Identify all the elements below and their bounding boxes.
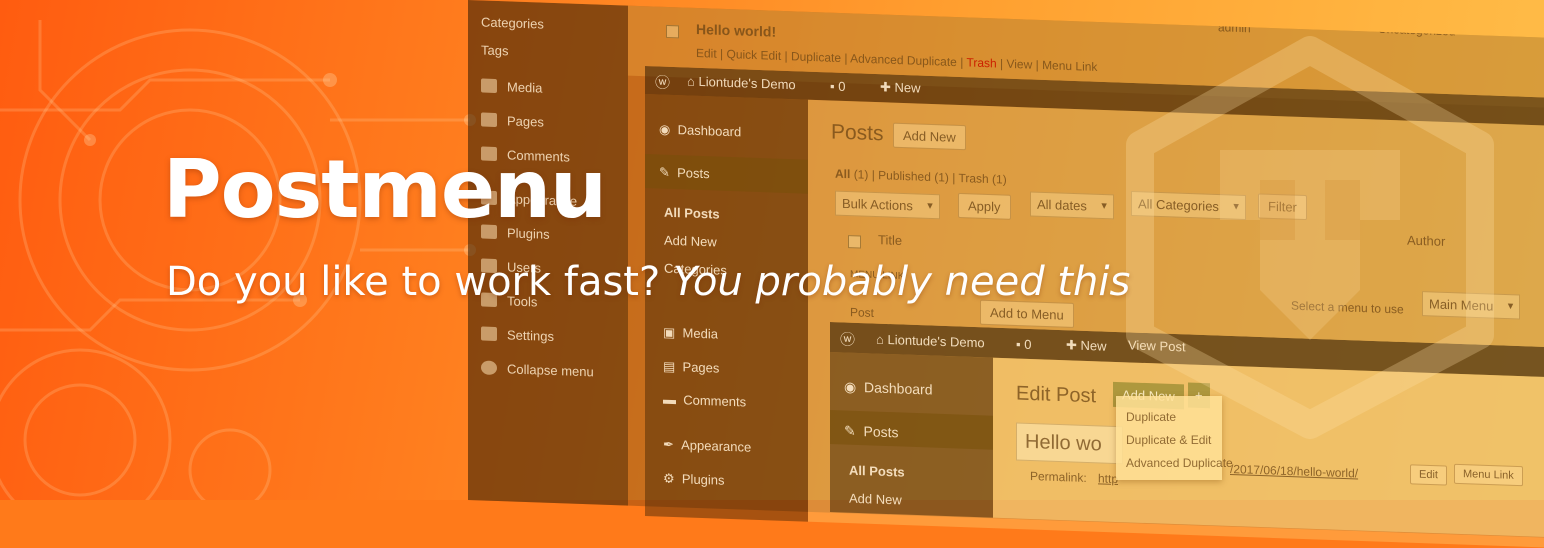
permalink-menu-link-button[interactable]: Menu Link xyxy=(1454,463,1523,487)
sidebar-item-posts[interactable]: ✎ Posts xyxy=(844,422,899,441)
new-content-link[interactable]: ✚ New xyxy=(880,79,921,96)
page-title: Posts xyxy=(831,120,884,146)
comment-bubble-icon: ▪ xyxy=(1016,336,1021,352)
plugins-icon: ⚙ xyxy=(663,470,675,487)
comments-link[interactable]: ▪ 0 xyxy=(1016,336,1031,352)
row-action-edit[interactable]: Edit xyxy=(696,46,717,61)
product-title: Postmenu xyxy=(163,143,607,236)
permalink-edit-button[interactable]: Edit xyxy=(1410,464,1447,486)
bulk-actions-select[interactable]: Bulk Actions xyxy=(835,190,940,220)
sidebar-item-pages[interactable]: ▤ Pages xyxy=(663,359,719,377)
sidebar-item-pages[interactable]: Pages xyxy=(481,112,544,130)
sidebar-item-appearance[interactable]: ✒ Appearance xyxy=(663,437,751,456)
permalink-link-start[interactable]: http xyxy=(1098,471,1118,486)
sidebar-item-settings[interactable]: Settings xyxy=(481,326,554,344)
sidebar-sub-all-posts[interactable]: All Posts xyxy=(664,205,720,222)
add-new-button[interactable]: Add New xyxy=(893,122,966,151)
sidebar-item-plugins[interactable]: ⚙ Plugins xyxy=(663,471,725,489)
row-action-menu-link[interactable]: Menu Link xyxy=(1042,58,1097,74)
date-filter-select[interactable]: All dates xyxy=(1030,191,1114,220)
sidebar-item-dashboard[interactable]: ◉ Dashboard xyxy=(659,121,741,140)
tagline-emphasis: You probably need this xyxy=(672,259,1131,305)
media-icon: ▣ xyxy=(663,324,676,341)
wordpress-logo-icon[interactable]: ⓦ xyxy=(840,328,855,350)
pin-icon: ✎ xyxy=(844,422,856,439)
sidebar-item-categories[interactable]: Categories xyxy=(481,14,544,31)
row-checkbox[interactable] xyxy=(666,24,679,39)
row-action-duplicate[interactable]: Duplicate xyxy=(791,49,841,65)
settings-icon xyxy=(481,326,497,342)
dashboard-icon: ◉ xyxy=(659,121,671,137)
post-label-partial: Post xyxy=(850,305,875,320)
plus-icon: ✚ xyxy=(1066,337,1077,353)
sidebar-sub-add-new[interactable]: Add New xyxy=(664,233,717,250)
pages-icon xyxy=(481,112,497,128)
dropdown-item-advanced-duplicate[interactable]: Advanced Duplicate xyxy=(1126,456,1233,470)
post-title-value: Hello wo xyxy=(1025,430,1102,456)
row-action-trash[interactable]: Trash xyxy=(966,55,996,70)
filter-trash[interactable]: Trash xyxy=(958,171,988,186)
tagline: Do you like to work fast? You probably n… xyxy=(166,262,1130,302)
pages-icon: ▤ xyxy=(663,358,676,375)
sidebar-item-dashboard[interactable]: ◉ Dashboard xyxy=(844,378,933,398)
home-icon: ⌂ xyxy=(687,73,695,89)
lion-logo-watermark xyxy=(1126,36,1494,439)
tagline-plain: Do you like to work fast? xyxy=(166,259,661,305)
sidebar-sub-all-posts[interactable]: All Posts xyxy=(849,463,905,480)
post-title-field[interactable]: Hello wo xyxy=(1016,422,1123,465)
sidebar-item-comments[interactable]: ▬ Comments xyxy=(663,392,746,410)
comments-icon: ▬ xyxy=(663,391,676,408)
sidebar-sub-add-new[interactable]: Add New xyxy=(849,491,902,508)
appearance-icon: ✒ xyxy=(663,436,674,453)
sidebar-item-media[interactable]: ▣ Media xyxy=(663,325,718,343)
pin-icon: ✎ xyxy=(659,164,670,180)
wordpress-logo-icon[interactable]: ⓦ xyxy=(655,71,670,93)
select-all-checkbox[interactable] xyxy=(848,235,861,249)
filter-published[interactable]: Published xyxy=(878,168,931,184)
media-icon xyxy=(481,78,497,94)
comment-bubble-icon: ▪ xyxy=(830,78,835,94)
filter-all[interactable]: All xyxy=(835,167,850,182)
sidebar-item-posts[interactable]: ✎ Posts xyxy=(659,164,710,182)
sidebar-item-media[interactable]: Media xyxy=(481,78,542,96)
collapse-icon xyxy=(481,360,497,376)
dashboard-icon: ◉ xyxy=(844,378,857,395)
row-action-view[interactable]: View xyxy=(1006,57,1032,72)
plus-icon: ✚ xyxy=(880,79,891,95)
sidebar-item-tags[interactable]: Tags xyxy=(481,42,508,58)
comments-link[interactable]: ▪ 0 xyxy=(830,78,845,94)
home-icon: ⌂ xyxy=(876,331,884,347)
new-content-link[interactable]: ✚ New xyxy=(1066,337,1107,354)
permalink-label: Permalink: xyxy=(1030,468,1087,485)
apply-button[interactable]: Apply xyxy=(958,192,1011,220)
page-title: Edit Post xyxy=(1016,382,1097,408)
row-action-quick-edit[interactable]: Quick Edit xyxy=(726,47,781,63)
column-title-header[interactable]: Title xyxy=(878,232,902,248)
post-title-link[interactable]: Hello world! xyxy=(696,21,776,40)
